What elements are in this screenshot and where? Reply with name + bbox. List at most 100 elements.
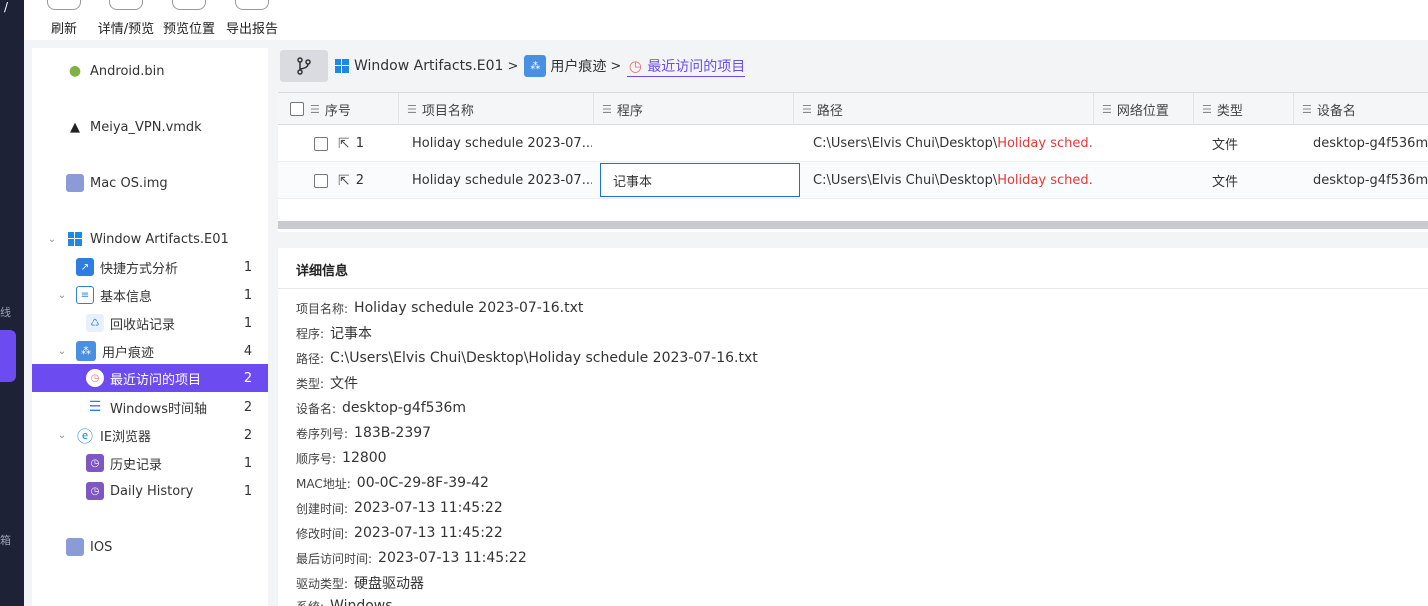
column-header-network[interactable]: ☰ 网络位置 (1093, 93, 1193, 125)
column-menu-icon[interactable]: ☰ (407, 103, 417, 116)
tree-item-shortcut-analysis[interactable]: ↗ 快捷方式分析 1 (32, 253, 268, 281)
tree-item-recycle-bin[interactable]: ♺ 回收站记录 1 (32, 309, 268, 337)
column-header-index[interactable]: ☰ 序号 (278, 93, 394, 125)
tree-item-windows-timeline[interactable]: ☰ Windows时间轴 2 (32, 393, 268, 421)
tree-item-basic-info[interactable]: ⌄ ≡ 基本信息 1 (32, 281, 268, 309)
toolbar: 刷新 详情/预览 预览位置 导出报告 (24, 0, 1428, 40)
rail-item-active[interactable] (0, 330, 16, 382)
cell-type[interactable]: 文件 (1212, 162, 1292, 199)
preview-location-button[interactable]: 预览位置 (160, 0, 218, 40)
open-external-icon[interactable]: ⇱ (338, 136, 350, 152)
tree-item-android[interactable]: ● Android.bin (32, 57, 268, 85)
left-rail: / 线 箱 (0, 0, 24, 606)
tree-item-mac-os[interactable]: Mac OS.img (32, 169, 268, 197)
results-table: ☰ 序号 ☰ 项目名称 ☰ 程序 ☰ 路径 ☰ 网络位置 ☰ 类型 ☰ 设备名 (278, 92, 1428, 232)
export-report-button[interactable]: 导出报告 (222, 0, 282, 40)
recent-clock-icon: ◷ (628, 56, 642, 75)
tree-item-recent-items[interactable]: ◷ 最近访问的项目 2 (32, 364, 268, 392)
android-icon: ● (68, 63, 82, 79)
column-header-program[interactable]: ☰ 程序 (593, 93, 793, 125)
tree-item-user-traces[interactable]: ⌄ ⁂ 用户痕迹 4 (32, 337, 268, 365)
recycle-bin-icon: ♺ (86, 314, 104, 332)
detail-preview-button[interactable]: 详情/预览 (94, 0, 158, 40)
row-checkbox[interactable] (314, 136, 328, 151)
refresh-icon (47, 0, 81, 10)
breadcrumb-separator: > (610, 58, 622, 74)
history-icon: ◷ (86, 482, 104, 500)
cell-path[interactable]: C:\Users\Elvis Chui\Desktop\ Holiday sche… (813, 162, 1093, 199)
column-menu-icon[interactable]: ☰ (1202, 103, 1212, 116)
timeline-icon: ☰ (88, 399, 102, 415)
rail-item-8[interactable]: 箱 (0, 532, 18, 548)
tree-item-ie-browser[interactable]: ⌄ ⓔ IE浏览器 2 (32, 421, 268, 449)
detail-field-type: 类型: 文件 (296, 376, 359, 392)
table-row[interactable]: ⇱ 1 Holiday schedule 2023-07... C:\Users… (278, 125, 1428, 162)
detail-panel: 详细信息 项目名称: Holiday schedule 2023-07-16.tx… (278, 248, 1428, 606)
tree-item-daily-history[interactable]: ◷ Daily History 1 (32, 477, 268, 505)
column-menu-icon[interactable]: ☰ (802, 103, 812, 116)
windows-icon (66, 230, 84, 248)
column-header-device[interactable]: ☰ 设备名 (1293, 93, 1428, 125)
tree-item-meiya-vpn[interactable]: ▲ Meiya_VPN.vmdk (32, 113, 268, 141)
refresh-button[interactable]: 刷新 (40, 0, 88, 40)
column-menu-icon[interactable]: ☰ (1302, 103, 1312, 116)
cell-path[interactable]: C:\Users\Elvis Chui\Desktop\ Holiday sche… (813, 125, 1093, 162)
detail-field-name: 项目名称: Holiday schedule 2023-07-16.txt (296, 300, 584, 316)
divider (278, 288, 1428, 289)
disk-image-icon (66, 538, 84, 556)
footprints-icon: ⁂ (76, 341, 96, 361)
cell-name[interactable]: Holiday schedule 2023-07... (412, 162, 592, 199)
tree-item-history[interactable]: ◷ 历史记录 1 (32, 449, 268, 477)
horizontal-scrollbar[interactable] (278, 221, 1428, 229)
list-icon: ≡ (76, 286, 94, 304)
logo-icon: / (4, 0, 9, 14)
table-header: ☰ 序号 ☰ 项目名称 ☰ 程序 ☰ 路径 ☰ 网络位置 ☰ 类型 ☰ 设备名 (278, 93, 1428, 125)
rail-item-5[interactable]: 线 (0, 304, 18, 320)
cell-network[interactable] (1103, 125, 1193, 162)
breadcrumb-recent-items[interactable]: ◷ 最近访问的项目 (627, 56, 746, 77)
detail-field-device: 设备名: desktop-g4f536m (296, 400, 467, 416)
branch-icon (297, 57, 311, 75)
detail-field-last-accessed: 最后访问时间: 2023-07-13 11:45:22 (296, 550, 527, 566)
detail-field-drive-type: 驱动类型: 硬盘驱动器 (296, 576, 425, 592)
windows-icon (334, 58, 350, 74)
column-menu-icon[interactable]: ☰ (602, 103, 612, 116)
column-menu-icon[interactable]: ☰ (1102, 103, 1112, 116)
select-all-checkbox[interactable] (290, 102, 304, 116)
detail-field-system: 系统:Windows (296, 598, 393, 606)
cell-device[interactable]: desktop-g4f536m (1313, 162, 1428, 199)
table-row[interactable]: ⇱ 2 Holiday schedule 2023-07... 记事本 C:\U… (278, 162, 1428, 199)
detail-title: 详细信息 (296, 264, 349, 279)
cell-program-editing[interactable]: 记事本 (600, 163, 800, 197)
breadcrumb-user-traces[interactable]: ⁂ 用户痕迹 (524, 55, 606, 77)
chevron-down-icon[interactable]: ⌄ (56, 290, 68, 301)
chevron-down-icon[interactable]: ⌄ (56, 346, 68, 357)
chevron-down-icon[interactable]: ⌄ (46, 234, 58, 245)
detail-field-sequence: 顺序号: 12800 (296, 450, 387, 466)
detail-field-path: 路径: C:\Users\Elvis Chui\Desktop\ Holiday s… (296, 350, 758, 366)
cell-name[interactable]: Holiday schedule 2023-07... (412, 125, 592, 162)
open-external-icon[interactable]: ⇱ (338, 173, 350, 189)
recent-clock-icon: ◷ (86, 369, 104, 387)
breadcrumb-separator: > (507, 58, 519, 74)
branch-toggle-button[interactable] (280, 50, 328, 82)
search-icon (109, 0, 143, 10)
cell-network[interactable] (1103, 162, 1193, 199)
cell-program[interactable] (600, 125, 790, 162)
detail-field-created: 创建时间: 2023-07-13 11:45:22 (296, 500, 503, 516)
row-checkbox[interactable] (314, 173, 328, 188)
tree-item-window-artifacts[interactable]: ⌄ Window Artifacts.E01 (32, 225, 268, 253)
cell-type[interactable]: 文件 (1212, 125, 1292, 162)
column-header-type[interactable]: ☰ 类型 (1193, 93, 1293, 125)
cell-device[interactable]: desktop-g4f536m (1313, 125, 1428, 162)
column-menu-icon[interactable]: ☰ (310, 103, 320, 116)
chevron-down-icon[interactable]: ⌄ (56, 430, 68, 441)
tree-item-ios[interactable]: IOS (32, 533, 268, 561)
column-header-name[interactable]: ☰ 项目名称 (398, 93, 593, 125)
column-header-path[interactable]: ☰ 路径 (793, 93, 1093, 125)
detail-field-program: 程序: 记事本 (296, 326, 373, 342)
footprints-icon: ⁂ (524, 55, 547, 77)
breadcrumb-window-artifacts[interactable]: Window Artifacts.E01 (334, 58, 503, 74)
history-icon: ◷ (86, 454, 104, 472)
location-icon (172, 0, 206, 10)
